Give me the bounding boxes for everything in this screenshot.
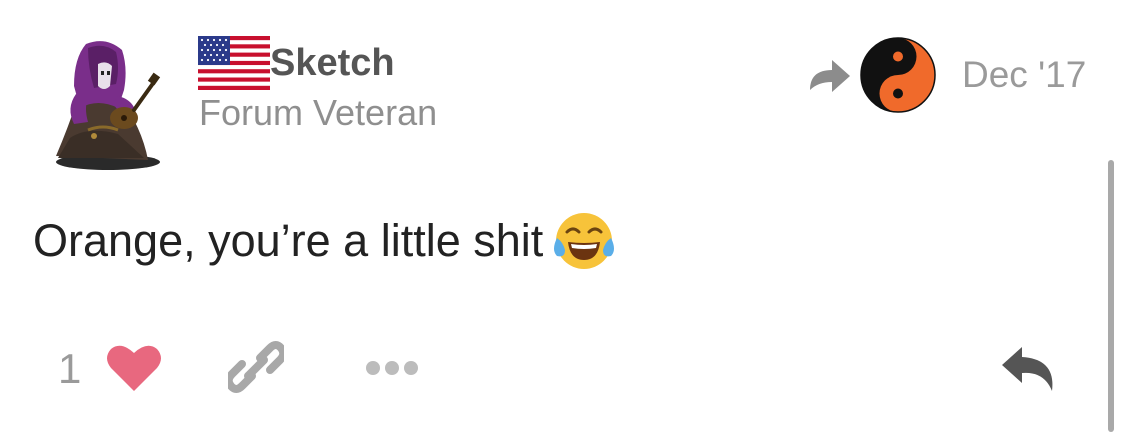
heart-icon[interactable] [105,343,163,393]
us-flag-icon [198,36,270,90]
like-count[interactable]: 1 [58,348,81,390]
joy-emoji-icon [554,213,615,269]
author-name-row: Sketch [198,36,395,90]
ellipsis-icon[interactable] [365,358,419,378]
reply-icon[interactable] [1000,343,1058,393]
author-avatar[interactable] [48,38,166,172]
link-icon[interactable] [228,338,284,396]
reply-to-arrow-icon[interactable] [806,56,852,94]
reply-to-avatar[interactable] [860,37,936,113]
post-date[interactable]: Dec '17 [962,56,1086,93]
scrollbar[interactable] [1108,160,1114,432]
post-body-text: Orange, you’re a little shit [33,215,544,266]
author-user-title: Forum Veteran [199,92,438,133]
author-username[interactable]: Sketch [270,44,395,82]
post-body: Orange, you’re a little shit [33,210,615,272]
